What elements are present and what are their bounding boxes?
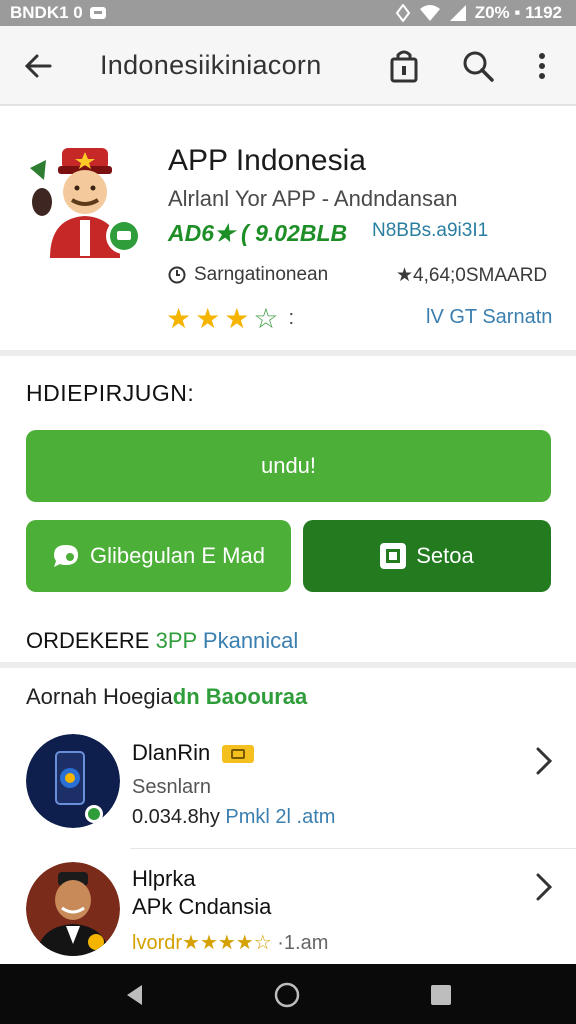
share-button-label: Glibegulan E Mad [90, 543, 265, 568]
status-right-text: Z0% ▪ 1192 [474, 3, 562, 22]
developer-link[interactable]: lV GT Sarnatn [426, 306, 552, 329]
install-button[interactable]: Setoa [303, 520, 551, 592]
gift-bag-icon[interactable] [386, 48, 422, 84]
app-name: APP Indonesia [168, 144, 366, 177]
search-icon[interactable] [460, 48, 496, 84]
list-item-meta-2: Pmkl 2l .atm [225, 806, 336, 828]
avatar [26, 734, 120, 828]
app-version: AD6★ ( 9.02BLB [168, 220, 348, 246]
vibrate-icon [395, 4, 410, 22]
app-code[interactable]: N8BBs.a9i3I1 [372, 220, 488, 242]
section-divider [0, 350, 576, 356]
badge-icon [222, 745, 255, 764]
info-left-text: Sarngatinonean [194, 264, 329, 285]
share-button[interactable]: Glibegulan E Mad [26, 520, 291, 592]
list-heading-part2: dn Baoouraa [172, 684, 308, 709]
status-left-text: BNDK1 0 [10, 3, 83, 22]
avatar [26, 862, 120, 956]
sub-heading: ORDEKERE 3PP Pkannical [26, 628, 298, 654]
list-item-meta: lvordr★★★★☆ ·1.am [132, 930, 328, 955]
download-button-label: undu! [260, 453, 317, 478]
list-item-title-text: DlanRin [132, 740, 211, 765]
install-button-label: Setoa [416, 543, 474, 568]
list-heading-part1: Aornah Hoegia [26, 684, 173, 709]
developer-link-text: GT Sarnatn [449, 306, 553, 328]
list-item-meta-1: lvordr★★★★☆ [132, 932, 272, 954]
download-button[interactable]: undu! [26, 430, 551, 502]
list-item-meta-1: 0.034.8hy [132, 806, 226, 828]
star-icon: ★ [224, 303, 250, 334]
back-arrow-icon[interactable] [20, 48, 56, 84]
clock-icon [168, 266, 186, 284]
status-bar: BNDK1 0 Z0% ▪ 1192 [0, 0, 576, 26]
rating-stars: ★ ★ ★ ☆ : [166, 302, 294, 335]
app-icon[interactable] [20, 138, 146, 264]
chat-icon [54, 545, 79, 567]
list-item-subtitle: Sesnlarn [132, 776, 211, 798]
nav-home-icon[interactable] [274, 982, 300, 1008]
system-nav-bar [0, 964, 576, 1024]
chevron-right-icon[interactable] [532, 870, 556, 904]
list-heading: Aornah Hoegiadn Baoouraa [26, 684, 307, 710]
notification-icon [89, 7, 106, 19]
sub-heading-part2: 3PP [155, 628, 203, 653]
list-divider [0, 662, 576, 668]
nav-recents-icon[interactable] [428, 982, 454, 1008]
star-icon: ★ [166, 303, 192, 334]
wifi-icon [419, 5, 440, 21]
chevron-right-icon[interactable] [532, 744, 556, 778]
section-title: HDIEPIRJUGN: [26, 380, 195, 406]
status-right: Z0% ▪ 1192 [395, 3, 562, 23]
sub-heading-part1: ORDEKERE [26, 628, 156, 653]
app-subtitle: Alrlanl Yor APP - Andndansan [168, 186, 458, 211]
list-item-subtitle: APk Cndansia [132, 894, 272, 919]
sub-heading-part3[interactable]: Pkannical [203, 628, 298, 653]
rating-suffix: : [288, 307, 294, 329]
install-icon [380, 543, 407, 569]
more-vert-icon[interactable] [524, 48, 560, 84]
info-left: Sarngatinonean [168, 264, 328, 286]
star-half-icon: ☆ [253, 303, 279, 334]
downloads-info: ★4,64;0SMAARD [396, 265, 548, 286]
status-left: BNDK1 0 [10, 3, 107, 23]
developer-link-prefix: lV [426, 306, 444, 328]
app-bar-title: Indonesiikiniacorn [100, 50, 322, 80]
signal-icon [449, 5, 466, 21]
nav-back-icon[interactable] [122, 982, 148, 1008]
list-item-meta-2: ·1.am [271, 932, 329, 954]
app-bar: Indonesiikiniacorn [0, 26, 576, 106]
list-item-title: Hlprka [132, 866, 196, 891]
list-item-meta: 0.034.8hy Pmkl 2l .atm [132, 806, 335, 829]
list-item-title: DlanRin [132, 740, 255, 766]
star-icon: ★ [195, 303, 221, 334]
row-divider [130, 848, 576, 849]
